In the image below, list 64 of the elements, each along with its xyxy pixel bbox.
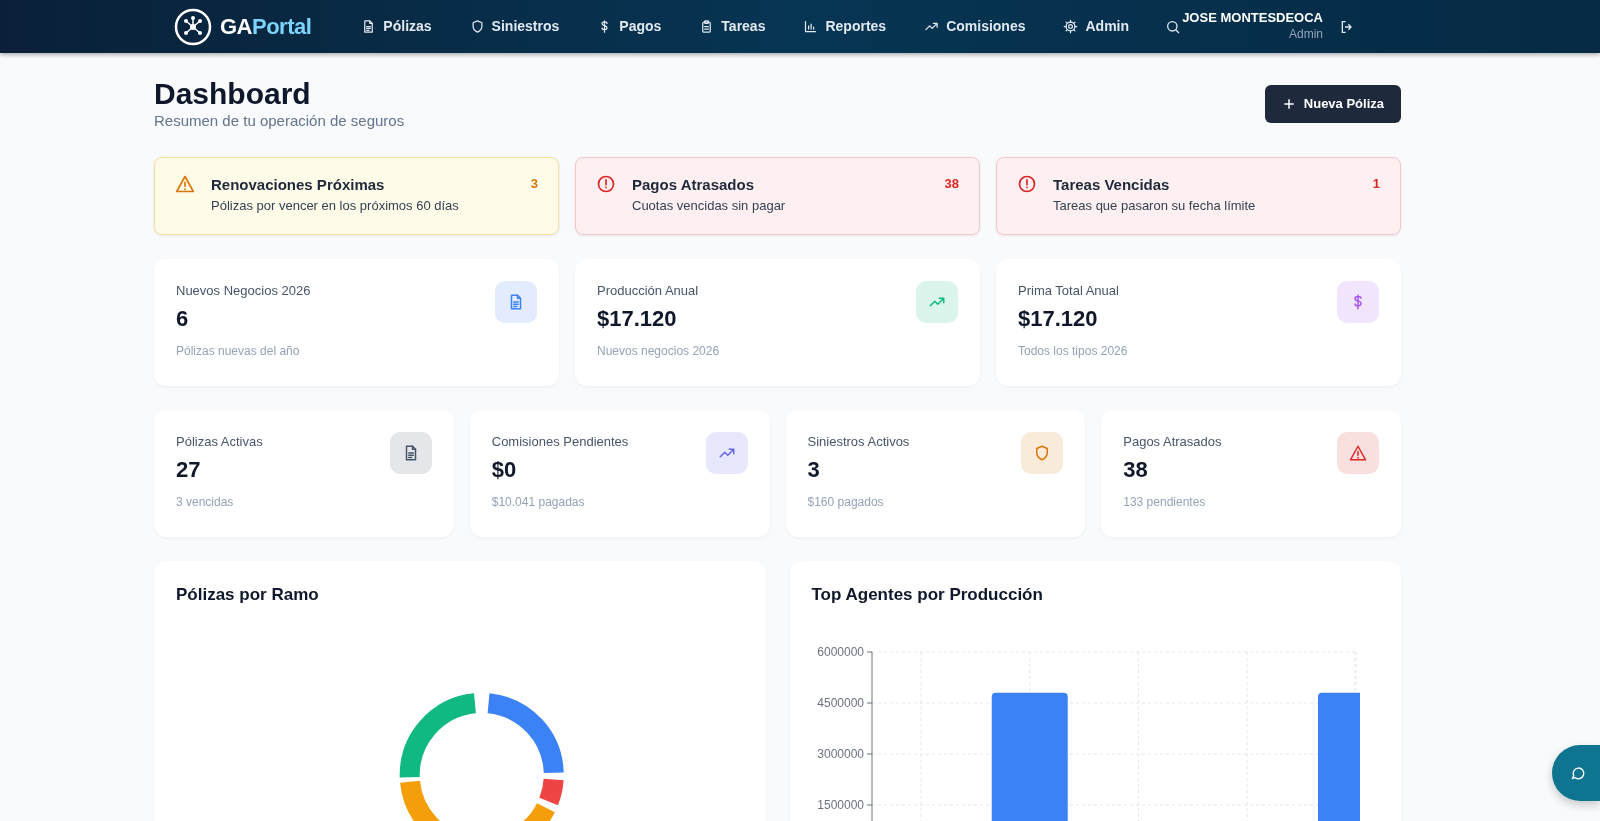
panel-title: Pólizas por Ramo <box>176 584 320 605</box>
brand-name: GAPortal <box>220 13 312 41</box>
alert-text: Tareas que pasaron su fecha límite <box>1053 197 1257 215</box>
user-name: JOSE MONTESDEOCA <box>1182 9 1323 26</box>
stat-value: $17.120 <box>1018 306 1099 333</box>
y-tick-label: 4500000 <box>816 695 864 710</box>
alert-count: 38 <box>944 174 959 193</box>
nav-link[interactable]: Pagos <box>595 12 664 41</box>
stat-label: Nuevos Negocios 2026 <box>176 281 311 300</box>
plus-icon <box>1281 96 1296 111</box>
stat-note: $10.041 pagadas <box>491 494 586 512</box>
chat-button[interactable] <box>1552 745 1600 801</box>
stat-label: Siniestros Activos <box>807 432 910 451</box>
alert-count: 3 <box>530 174 538 193</box>
logo-icon <box>174 7 212 46</box>
stat-value: $17.120 <box>597 306 678 333</box>
settings-icon <box>1063 19 1079 34</box>
user-role: Admin <box>1288 26 1323 44</box>
stat-value: $0 <box>491 457 518 484</box>
y-tick-label: 1500000 <box>816 797 864 812</box>
stat-value: 27 <box>176 457 202 484</box>
nav-link[interactable]: Tareas <box>697 12 768 41</box>
y-tick-label: 3000000 <box>816 746 864 761</box>
stat-label: Pólizas Activas <box>176 432 263 451</box>
chat-icon <box>1570 765 1586 781</box>
alert-card[interactable]: Renovaciones Próximas 3 Pólizas por vencer en los próximos 60 días <box>154 156 559 235</box>
alert-title: Pagos Atrasados <box>632 174 754 195</box>
stat-note: Nuevos negocios 2026 <box>597 343 720 361</box>
nav-link[interactable]: Siniestros <box>467 12 562 41</box>
stat-note: Todos los tipos 2026 <box>1018 343 1128 361</box>
alert-count: 1 <box>1372 174 1380 193</box>
stat-value: 6 <box>176 306 190 333</box>
stat-note: 3 vencidas <box>176 494 235 512</box>
stat-note: 133 pendientes <box>1123 494 1207 512</box>
shield-icon <box>469 19 485 34</box>
page-subtitle: Resumen de tu operación de seguros <box>154 111 405 131</box>
alert-icon <box>596 173 616 194</box>
stat-label: Prima Total Anual <box>1018 281 1120 300</box>
stat-note: $160 pagados <box>807 494 885 512</box>
panel-title: Top Agentes por Producción <box>811 584 1044 605</box>
warning-icon <box>175 173 195 194</box>
stat-label: Comisiones Pendientes <box>491 432 629 451</box>
search-icon[interactable] <box>1165 18 1182 35</box>
bar-chart-icon <box>803 19 819 34</box>
alert-title: Tareas Vencidas <box>1053 174 1170 195</box>
y-tick-label: 6000000 <box>816 644 864 659</box>
alert-card[interactable]: Pagos Atrasados 38 Cuotas vencidas sin pagar <box>575 156 980 235</box>
stat-label: Producción Anual <box>597 281 700 300</box>
page-title: Dashboard <box>154 77 312 110</box>
alert-card[interactable]: Tareas Vencidas 1 Tareas que pasaron su fecha límite <box>996 156 1401 235</box>
stat-value: 3 <box>807 457 821 484</box>
stat-label: Pagos Atrasados <box>1123 432 1222 451</box>
nav-link[interactable]: Reportes <box>801 12 889 41</box>
stat-value: 38 <box>1123 457 1149 484</box>
nav-link[interactable]: Pólizas <box>359 12 434 41</box>
stat-note: Pólizas nuevas del año <box>176 343 301 361</box>
alert-icon <box>1017 173 1037 194</box>
new-policy-button[interactable]: Nueva Póliza <box>1264 85 1401 123</box>
alert-text: Cuotas vencidas sin pagar <box>632 197 787 215</box>
nav-link[interactable]: Comisiones <box>922 12 1028 41</box>
nav-link[interactable]: Admin <box>1061 12 1132 41</box>
alert-text: Pólizas por vencer en los próximos 60 días <box>211 197 460 215</box>
warning-icon <box>1349 443 1367 462</box>
alert-title: Renovaciones Próximas <box>211 174 385 195</box>
